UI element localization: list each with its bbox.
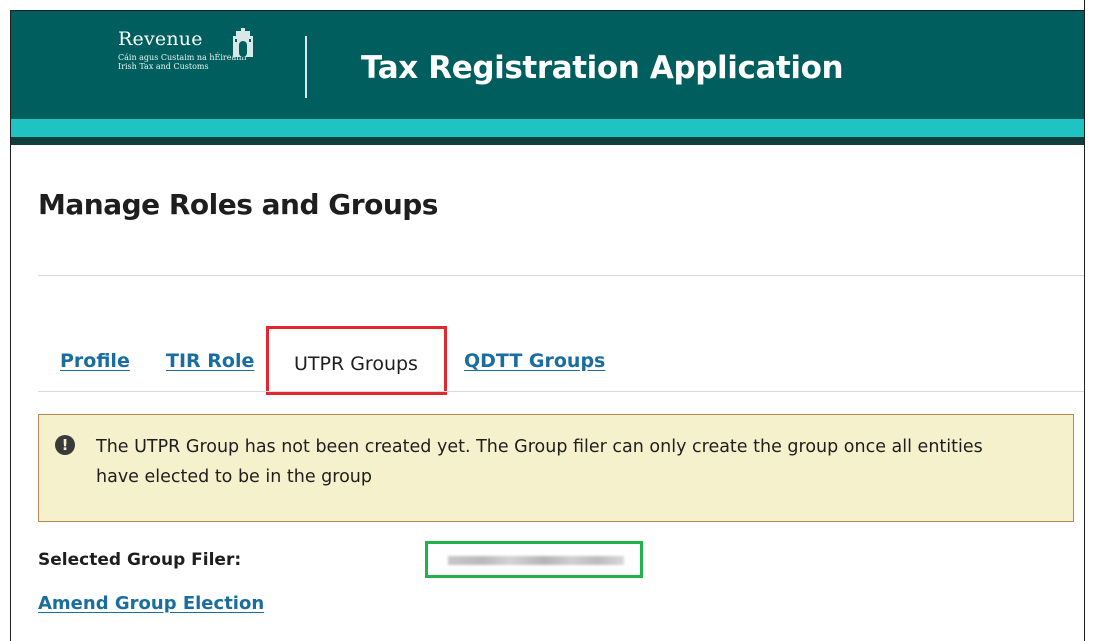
header-divider xyxy=(305,36,307,98)
tab-profile[interactable]: Profile xyxy=(60,350,130,372)
app-title: Tax Registration Application xyxy=(361,50,844,86)
header-dark-stripe xyxy=(11,137,1084,145)
group-filer-label: Selected Group Filer: xyxy=(38,550,242,570)
exclamation-circle-icon: ! xyxy=(55,435,75,455)
tab-utpr-groups-label: UTPR Groups xyxy=(294,353,418,375)
group-filer-value xyxy=(425,541,643,578)
title-divider xyxy=(38,275,1084,276)
page-title: Manage Roles and Groups xyxy=(38,188,438,221)
logo-wordmark: Revenue xyxy=(118,28,203,50)
tab-bar: Profile TIR Role UTPR Groups QDTT Groups xyxy=(38,324,1084,395)
frame-border-right xyxy=(1084,0,1085,641)
amend-group-election-link[interactable]: Amend Group Election xyxy=(38,593,264,614)
obscured-filer-name xyxy=(448,556,624,565)
building-gate-icon xyxy=(233,28,253,57)
alert-message: The UTPR Group has not been created yet.… xyxy=(96,437,983,487)
page: Revenue Cáin agus Custaim na hÉireann Ir… xyxy=(0,0,1094,641)
header-accent-stripe xyxy=(11,119,1084,137)
tab-utpr-groups[interactable]: UTPR Groups xyxy=(266,326,447,395)
logo-subtitle-irish: Cáin agus Custaim na hÉireann xyxy=(118,53,247,62)
logo-subtitle-english: Irish Tax and Customs xyxy=(118,62,209,71)
tab-tir-role[interactable]: TIR Role xyxy=(166,350,254,372)
tab-bar-divider xyxy=(38,391,1084,392)
warning-alert: ! The UTPR Group has not been created ye… xyxy=(38,414,1074,522)
tab-qdtt-groups[interactable]: QDTT Groups xyxy=(464,350,605,372)
revenue-logo[interactable]: Revenue Cáin agus Custaim na hÉireann Ir… xyxy=(118,28,247,71)
